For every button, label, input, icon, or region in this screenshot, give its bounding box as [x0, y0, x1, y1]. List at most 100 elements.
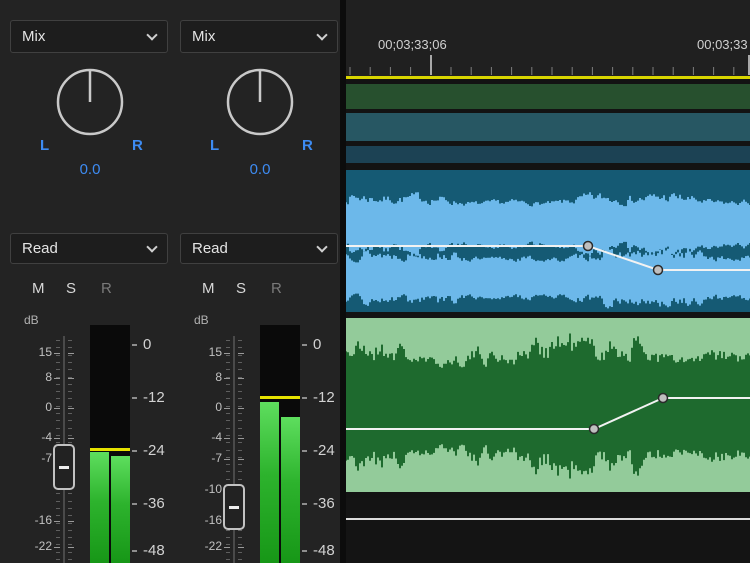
fader-tick: [56, 435, 60, 436]
level-meter-bar-right: [281, 417, 300, 563]
work-area-bar[interactable]: [346, 76, 750, 79]
fader-tick: [238, 459, 244, 460]
fader-tick: [238, 398, 242, 399]
meter-scale-label: -12: [313, 389, 335, 407]
fader-tick: [238, 435, 242, 436]
fader-tick: [68, 353, 74, 354]
fader-tick: [68, 398, 72, 399]
fader-tick: [68, 521, 74, 522]
timeline-panel: 00;03;33;06 00;03;33: [346, 0, 750, 563]
time-ruler[interactable]: [346, 54, 750, 76]
keyframe-handle[interactable]: [654, 266, 663, 275]
fader-tick: [68, 501, 72, 502]
fader-tick: [68, 438, 74, 439]
audio-mixer-workspace: Mix L R 0.0 Read M S R dB 1580-4-7-16-22…: [0, 0, 750, 563]
fader-tick: [68, 378, 74, 379]
fader-tick: [238, 347, 242, 348]
fader-tick: [224, 459, 230, 460]
volume-rubber-band-a2[interactable]: [346, 318, 750, 492]
fader-tick: [68, 408, 74, 409]
volume-rubber-band-a3[interactable]: [346, 518, 750, 520]
fader-tick: [226, 413, 230, 414]
fader-tick: [68, 435, 72, 436]
fader-tick: [56, 501, 60, 502]
video-clip-track-1[interactable]: [346, 84, 750, 109]
fader-tick: [54, 378, 60, 379]
meter-scale-label: -36: [143, 495, 165, 513]
fader-tick: [238, 442, 242, 443]
fader-tick: [56, 537, 60, 538]
fader-tick: [238, 552, 242, 553]
fader-tick: [56, 552, 60, 553]
fader-tick: [56, 420, 60, 421]
meter-scale-label: -48: [143, 542, 165, 560]
meter-tick: [302, 344, 307, 346]
meter-tick: [132, 503, 137, 505]
audio-clip-track-2[interactable]: [346, 318, 750, 492]
fader-tick: [68, 355, 72, 356]
fader-tick: [68, 508, 72, 509]
meter-tick: [132, 450, 137, 452]
fader-tick: [56, 391, 60, 392]
record-arm-button[interactable]: R: [271, 280, 282, 297]
video-clip-track-3[interactable]: [346, 146, 750, 163]
meter-tick: [302, 450, 307, 452]
level-meter-bar-left: [260, 402, 279, 563]
fader-tick: [68, 544, 72, 545]
fader-tick: [238, 378, 244, 379]
volume-fader-handle[interactable]: [53, 444, 75, 490]
fader-tick: [226, 362, 230, 363]
meter-tick: [132, 550, 137, 552]
fader-tick: [226, 355, 230, 356]
fader-tick: [54, 438, 60, 439]
fader-tick: [68, 362, 72, 363]
keyframe-handle[interactable]: [584, 242, 593, 251]
fader-tick: [238, 471, 242, 472]
fader-tick: [238, 413, 242, 414]
fader-tick: [56, 515, 60, 516]
fader-tick: [68, 515, 72, 516]
fader-tick: [238, 559, 242, 560]
meter-scale-label: -36: [313, 495, 335, 513]
fader-tick: [238, 406, 242, 407]
fader-tick: [54, 547, 60, 548]
keyframe-handle[interactable]: [659, 394, 668, 403]
fader-tick: [68, 552, 72, 553]
fader-tick: [68, 493, 72, 494]
fader-tick: [226, 464, 230, 465]
fader-tick: [238, 340, 242, 341]
audio-clip-track-1[interactable]: [346, 170, 750, 312]
record-arm-button[interactable]: R: [101, 280, 112, 297]
fader-tick: [68, 442, 72, 443]
fader-tick: [226, 552, 230, 553]
fader-tick: [68, 428, 72, 429]
fader-tick: [54, 353, 60, 354]
fader-tick: [238, 530, 242, 531]
video-clip-track-2[interactable]: [346, 113, 750, 141]
fader-tick: [68, 406, 72, 407]
meter-tick: [302, 397, 307, 399]
fader-tick: [68, 347, 72, 348]
fader-tick: [226, 435, 230, 436]
fader-tick: [238, 353, 244, 354]
peak-indicator: [260, 396, 300, 399]
keyframe-handle[interactable]: [590, 425, 599, 434]
fader-tick: [68, 523, 72, 524]
volume-rubber-band-a1[interactable]: [346, 170, 750, 312]
fader-tick: [56, 340, 60, 341]
fader-tick: [238, 408, 244, 409]
fader-tick: [226, 442, 230, 443]
fader-tick: [226, 391, 230, 392]
fader-tick: [56, 544, 60, 545]
fader-tick: [56, 406, 60, 407]
fader-tick: [56, 398, 60, 399]
meter-tick: [302, 550, 307, 552]
fader-ticks: [180, 0, 250, 563]
channel-strip-1: Mix L R 0.0 Read M S R dB 1580-4-7-16-22…: [10, 0, 170, 563]
audio-track-3[interactable]: [346, 498, 750, 563]
fader-tick: [56, 442, 60, 443]
level-meter: [260, 325, 300, 563]
fader-tick: [238, 547, 244, 548]
meter-scale: 0-12-24-36-48: [302, 0, 340, 563]
volume-fader-handle[interactable]: [223, 484, 245, 530]
